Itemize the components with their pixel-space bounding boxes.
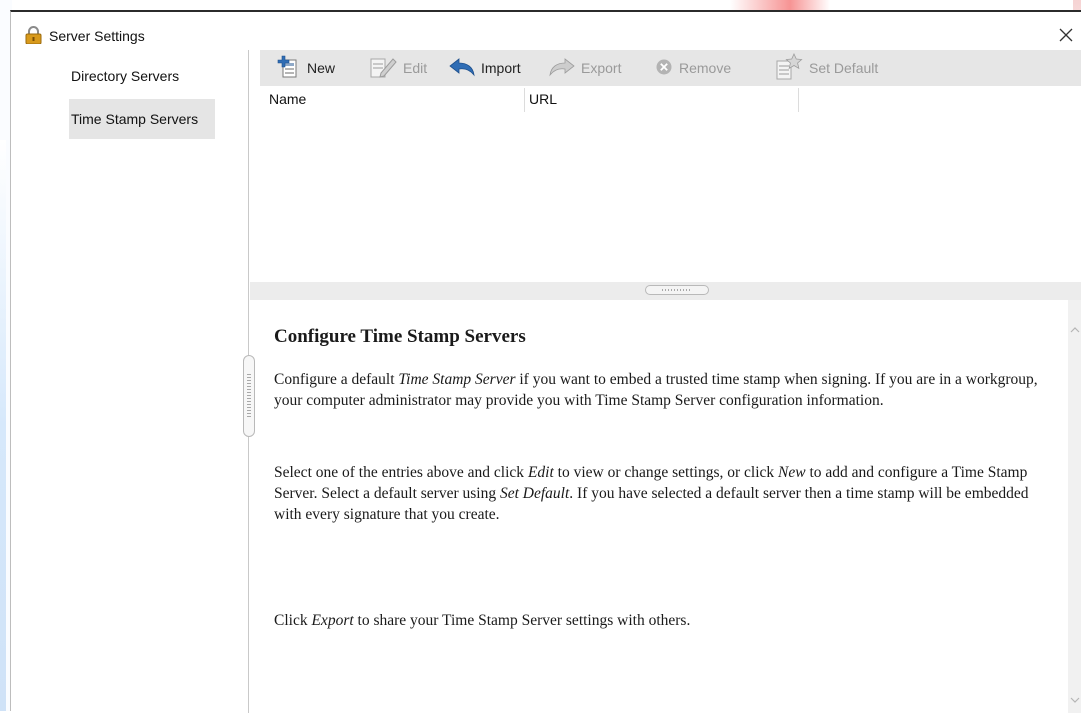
remove-button[interactable]: Remove bbox=[654, 50, 731, 86]
help-paragraph-1: Configure a default Time Stamp Server if… bbox=[274, 369, 1059, 411]
import-label: Import bbox=[481, 60, 521, 76]
remove-label: Remove bbox=[679, 60, 732, 76]
new-button[interactable]: New bbox=[276, 50, 335, 86]
new-label: New bbox=[307, 60, 336, 76]
help-text: Select one of the entries above and clic… bbox=[274, 464, 528, 481]
window-title: Server Settings bbox=[49, 28, 145, 44]
help-text: Configure a default bbox=[274, 371, 399, 388]
help-text: Click bbox=[274, 612, 312, 629]
set-default-label: Set Default bbox=[809, 60, 879, 76]
help-title: Configure Time Stamp Servers bbox=[274, 326, 526, 347]
set-default-icon bbox=[774, 52, 804, 84]
export-icon bbox=[548, 56, 576, 81]
settings-sidebar: Directory Servers Time Stamp Servers bbox=[11, 50, 249, 713]
help-scrollbar[interactable] bbox=[1068, 300, 1081, 713]
help-text: to view or change settings, or click bbox=[553, 464, 779, 481]
close-icon bbox=[1059, 28, 1073, 42]
column-divider[interactable] bbox=[798, 88, 799, 112]
title-bar: Server Settings bbox=[11, 12, 1081, 46]
help-emphasis: Export bbox=[311, 612, 354, 629]
sidebar-item-time-stamp-servers[interactable]: Time Stamp Servers bbox=[69, 99, 215, 139]
edit-label: Edit bbox=[403, 60, 428, 76]
scroll-up-arrow-icon[interactable] bbox=[1070, 322, 1080, 333]
time-stamp-server-list[interactable]: Name URL bbox=[260, 86, 1081, 282]
close-button[interactable] bbox=[1055, 24, 1077, 46]
column-header-url[interactable]: URL bbox=[529, 86, 557, 114]
sidebar-item-directory-servers[interactable]: Directory Servers bbox=[69, 61, 215, 91]
splitter-grip[interactable] bbox=[645, 285, 709, 295]
server-settings-dialog: Server Settings Directory Servers Time S… bbox=[10, 10, 1081, 713]
edit-button[interactable]: Edit bbox=[368, 50, 427, 86]
column-header-name[interactable]: Name bbox=[269, 86, 306, 114]
toolbar: New Edit Import Export Remove Set Defaul… bbox=[260, 50, 1081, 86]
scroll-down-arrow-icon[interactable] bbox=[1070, 692, 1080, 703]
page-background-accent bbox=[0, 140, 6, 711]
column-divider[interactable] bbox=[524, 88, 525, 112]
help-emphasis: Edit bbox=[527, 464, 554, 481]
export-label: Export bbox=[581, 60, 622, 76]
export-button[interactable]: Export bbox=[548, 50, 621, 86]
help-paragraph-3: Click Export to share your Time Stamp Se… bbox=[274, 610, 1059, 631]
new-icon bbox=[276, 54, 302, 83]
help-emphasis: New bbox=[778, 464, 806, 481]
remove-icon bbox=[654, 57, 674, 80]
lock-icon bbox=[25, 26, 42, 45]
help-emphasis: Set Default bbox=[499, 485, 570, 502]
help-pane: Configure Time Stamp Servers Configure a… bbox=[260, 300, 1068, 713]
help-emphasis: Time Stamp Server bbox=[398, 371, 516, 388]
import-button[interactable]: Import bbox=[448, 50, 521, 86]
import-icon bbox=[448, 56, 476, 81]
edit-icon bbox=[368, 54, 398, 83]
vertical-splitter-grip[interactable] bbox=[243, 355, 255, 437]
set-default-button[interactable]: Set Default bbox=[774, 50, 878, 86]
help-text: to share your Time Stamp Server settings… bbox=[353, 612, 691, 629]
horizontal-splitter[interactable] bbox=[250, 282, 1081, 300]
help-paragraph-2: Select one of the entries above and clic… bbox=[274, 462, 1059, 525]
